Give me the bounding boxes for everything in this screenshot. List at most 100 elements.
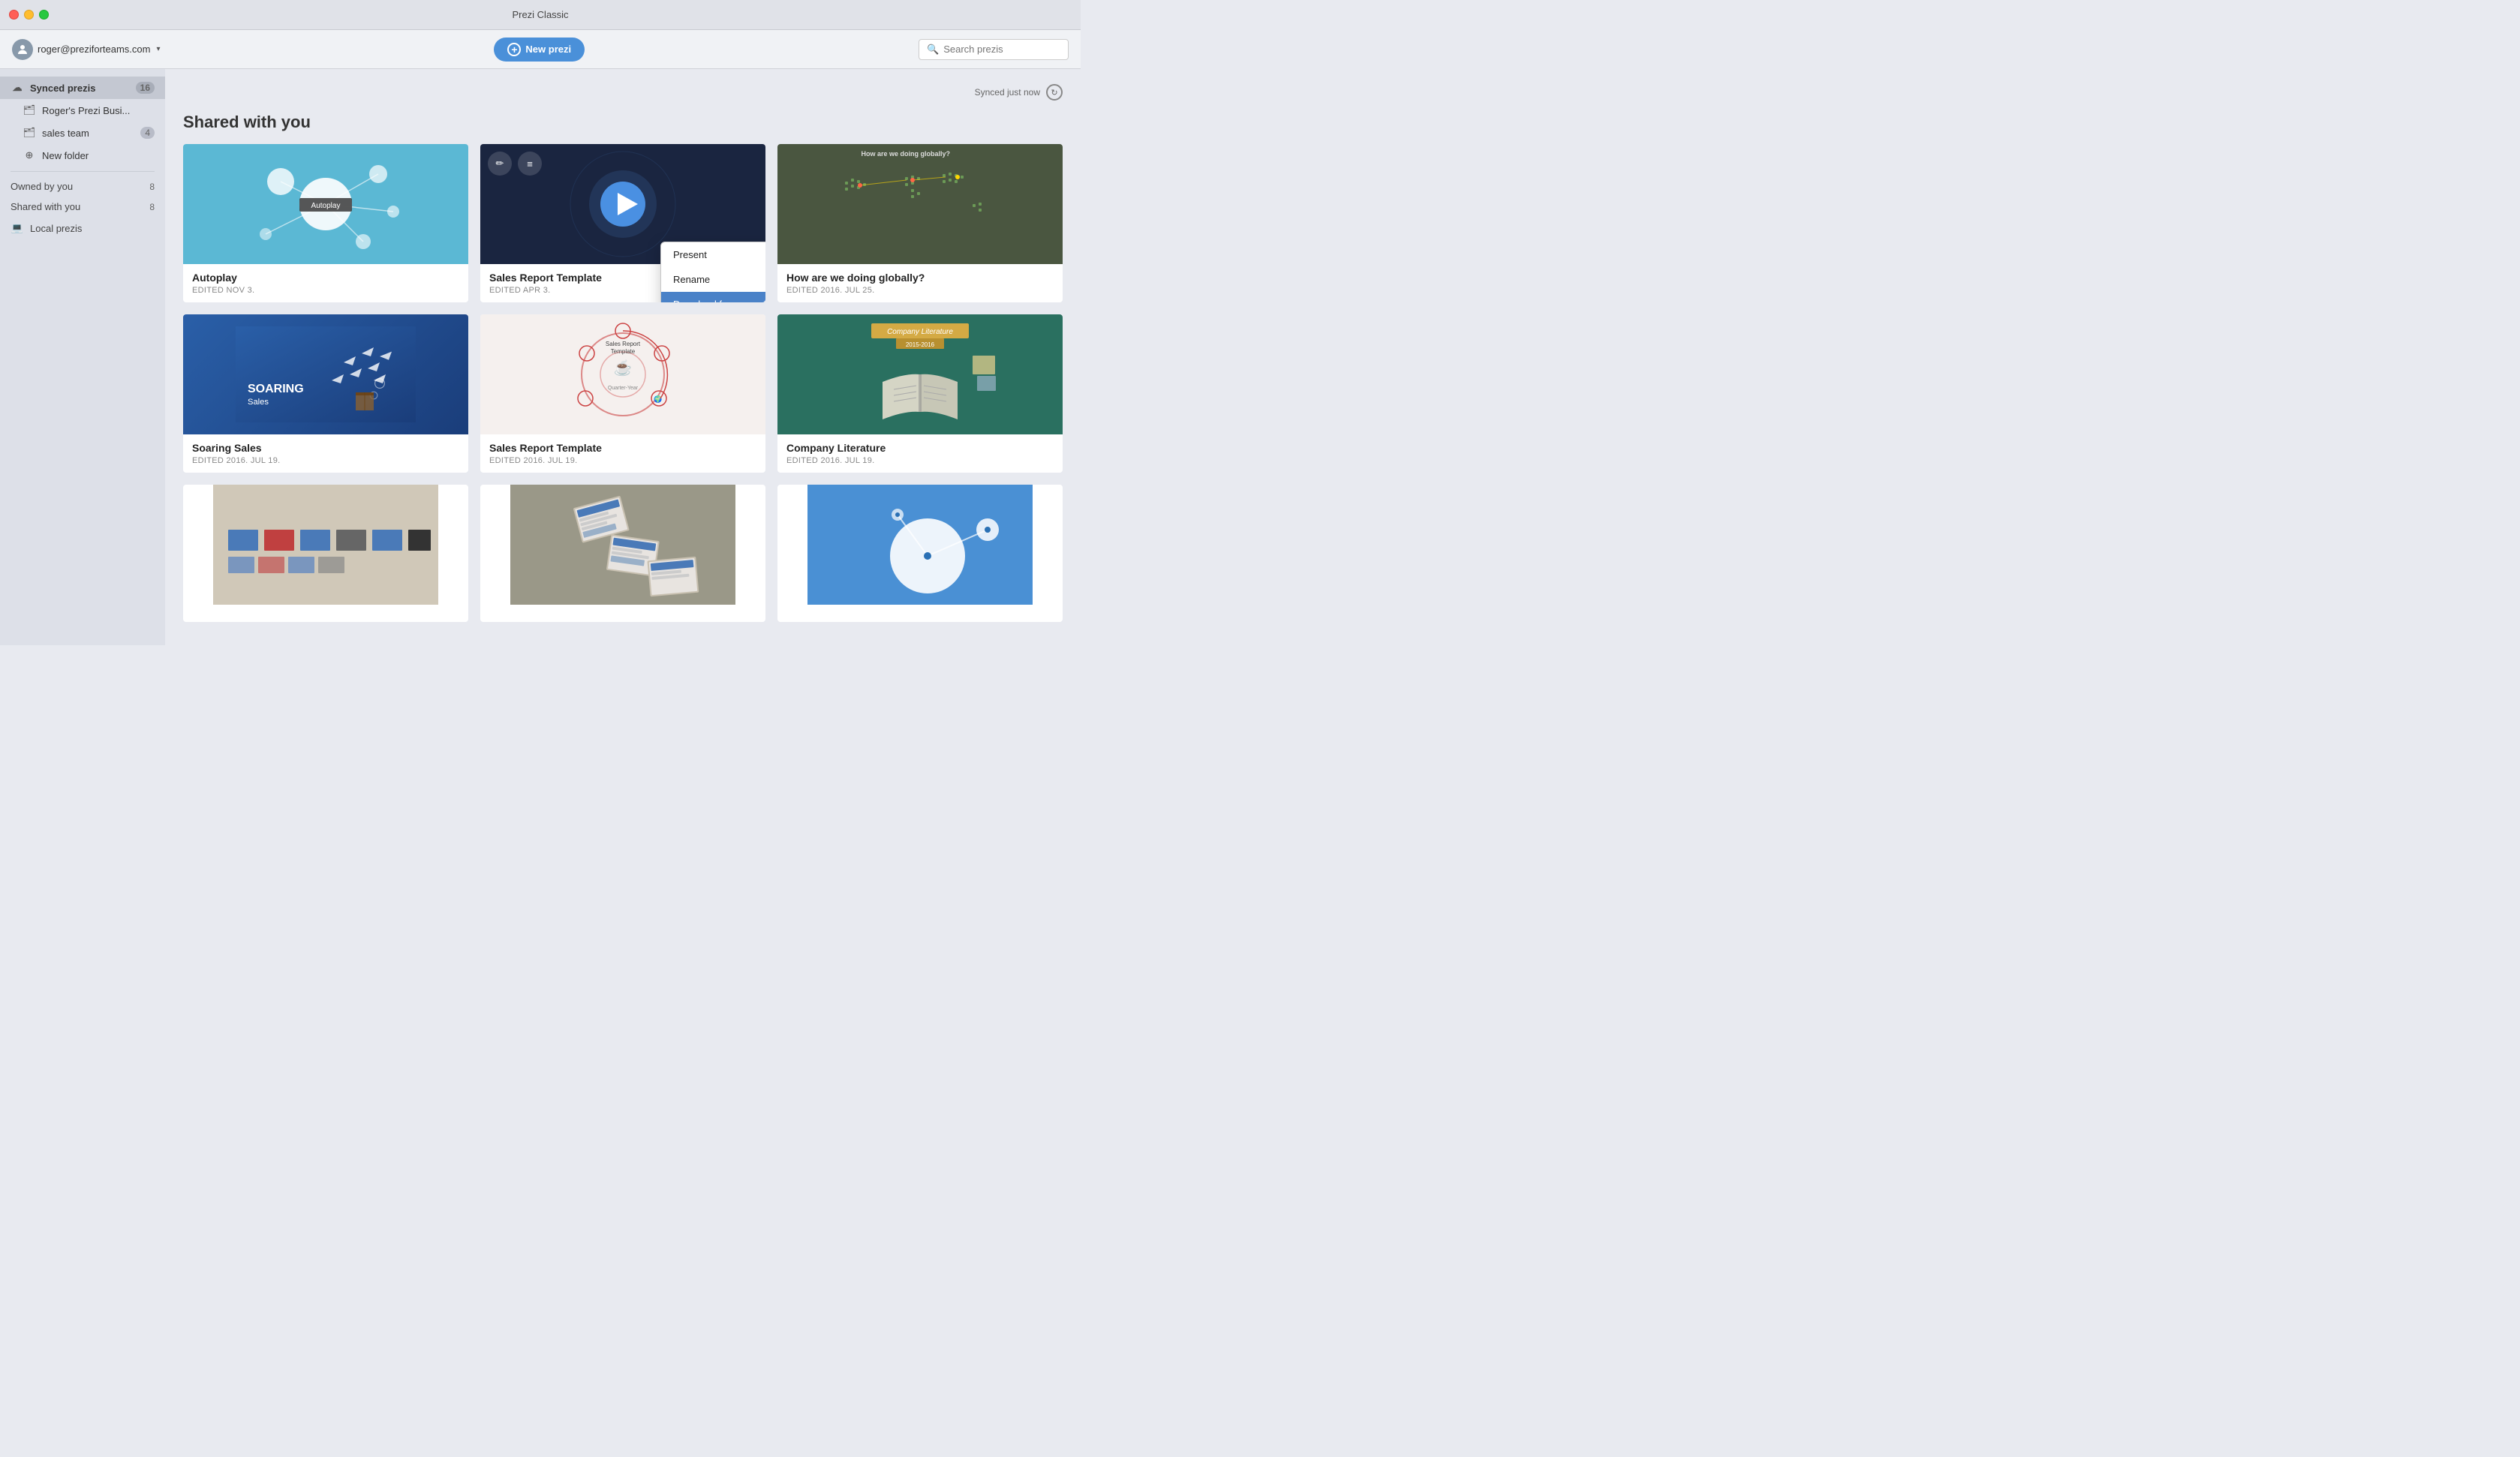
cloud-icon: ☁ xyxy=(11,81,24,95)
card-date-autoplay: Edited Nov 3. xyxy=(192,286,459,295)
context-menu: Present Rename Download for presentation… xyxy=(660,242,765,302)
card-info-slides xyxy=(183,605,468,622)
search-input[interactable] xyxy=(943,44,1060,55)
main-layout: ☁ Synced prezis 16 🗂 Roger's Prezi Busi.… xyxy=(0,69,1081,645)
sidebar-owned-count: 8 xyxy=(149,182,155,192)
toolbar-left: roger@preziforteams.com ▾ xyxy=(12,39,161,60)
sync-text: Synced just now xyxy=(975,87,1040,98)
svg-text:Sales Report: Sales Report xyxy=(606,341,641,347)
add-folder-icon: ⊕ xyxy=(23,149,36,162)
card-thumb-slides xyxy=(183,485,468,605)
svg-text:SOARING: SOARING xyxy=(248,383,304,395)
context-menu-present[interactable]: Present xyxy=(661,242,765,267)
card-thumb-sales-report-2: ☕ Sales Report Template Quarter-Year 🌍 xyxy=(480,314,765,434)
sidebar-new-folder-label: New folder xyxy=(42,150,155,161)
card-title-autoplay: Autoplay xyxy=(192,272,459,284)
sidebar-divider-1 xyxy=(11,171,155,172)
card-title-soaring: Soaring Sales xyxy=(192,442,459,454)
sidebar-sales-team-count: 4 xyxy=(140,127,155,139)
svg-text:Sales: Sales xyxy=(248,398,269,407)
sidebar-local-label: Local prezis xyxy=(30,223,82,234)
svg-text:☕: ☕ xyxy=(614,359,633,377)
sidebar-item-new-folder[interactable]: ⊕ New folder xyxy=(0,144,165,167)
sidebar: ☁ Synced prezis 16 🗂 Roger's Prezi Busi.… xyxy=(0,69,165,645)
sidebar-roger-folder-label: Roger's Prezi Busi... xyxy=(42,105,155,116)
user-avatar xyxy=(12,39,33,60)
sync-icon[interactable]: ↻ xyxy=(1046,84,1063,101)
team-icon: 🗂 xyxy=(23,126,36,140)
titlebar: Prezi Classic xyxy=(0,0,1081,30)
sidebar-item-owned[interactable]: Owned by you 8 xyxy=(0,176,165,197)
card-thumb-scattered xyxy=(480,485,765,605)
card-date-company-lit: Edited 2016. Jul 19. xyxy=(786,456,1054,465)
svg-text:2015-2016: 2015-2016 xyxy=(906,341,935,348)
prezi-card-sales-report-top[interactable]: ✏ ≡ Sales Report Template Edited Apr 3. … xyxy=(480,144,765,302)
prezi-grid: Autoplay ✏ ▶ ≡ Autoplay Edited Nov 3. xyxy=(183,144,1063,622)
close-button[interactable] xyxy=(9,10,19,20)
toolbar: roger@preziforteams.com ▾ + New prezi 🔍 xyxy=(0,30,1081,69)
search-icon: 🔍 xyxy=(927,44,939,56)
fullscreen-button[interactable] xyxy=(39,10,49,20)
card-thumb-autoplay: Autoplay ✏ ▶ ≡ xyxy=(183,144,468,264)
card-info-sales-report-2: Sales Report Template Edited 2016. Jul 1… xyxy=(480,434,765,473)
laptop-icon: 💻 xyxy=(11,221,24,235)
app-title: Prezi Classic xyxy=(512,9,568,20)
prezi-card-sales-report-2[interactable]: ☕ Sales Report Template Quarter-Year 🌍 xyxy=(480,314,765,473)
card-title-global: How are we doing globally? xyxy=(786,272,1054,284)
prezi-card-circles-blue[interactable] xyxy=(777,485,1063,622)
prezi-card-autoplay[interactable]: Autoplay ✏ ▶ ≡ Autoplay Edited Nov 3. xyxy=(183,144,468,302)
prezi-card-company-lit[interactable]: Company Literature 2015-2016 xyxy=(777,314,1063,473)
prezi-card-slides[interactable] xyxy=(183,485,468,622)
sync-bar: Synced just now ↻ xyxy=(183,84,1063,101)
prezi-card-soaring[interactable]: SOARING Sales Soaring Sales Edited 2016.… xyxy=(183,314,468,473)
sidebar-item-roger-folder[interactable]: 🗂 Roger's Prezi Busi... xyxy=(0,99,165,122)
new-prezi-button[interactable]: + New prezi xyxy=(494,38,585,62)
plus-circle-icon: + xyxy=(507,43,521,56)
folder-icon: 🗂 xyxy=(23,104,36,117)
thumb-action-btns: ✏ ≡ xyxy=(488,152,542,176)
sidebar-sales-team-label: sales team xyxy=(42,128,134,139)
svg-text:How are we doing globally?: How are we doing globally? xyxy=(861,150,950,158)
play-button[interactable]: ▶ xyxy=(312,191,339,218)
new-prezi-label: New prezi xyxy=(525,44,571,55)
card-thumb-global: How are we doing globally? xyxy=(777,144,1063,264)
prezi-card-global[interactable]: How are we doing globally? How are we do… xyxy=(777,144,1063,302)
card-thumb-circles-blue xyxy=(777,485,1063,605)
svg-text:Template: Template xyxy=(611,348,636,355)
sidebar-synced-count: 16 xyxy=(136,82,155,94)
content-area: Synced just now ↻ Shared with you xyxy=(165,69,1081,645)
card-date-global: Edited 2016. Jul 25. xyxy=(786,286,1054,295)
card-thumb-soaring: SOARING Sales xyxy=(183,314,468,434)
svg-text:Quarter-Year: Quarter-Year xyxy=(608,386,639,391)
sidebar-item-sales-team[interactable]: 🗂 sales team 4 xyxy=(0,122,165,144)
card-info-autoplay: Autoplay Edited Nov 3. xyxy=(183,264,468,302)
sidebar-item-synced-label: Synced prezis xyxy=(30,83,130,94)
svg-text:Company Literature: Company Literature xyxy=(887,328,953,336)
user-label[interactable]: roger@preziforteams.com xyxy=(38,44,150,55)
chevron-down-icon[interactable]: ▾ xyxy=(156,45,160,53)
pencil-icon: ✏ xyxy=(488,152,512,176)
svg-text:🌍: 🌍 xyxy=(654,395,662,403)
card-thumb-company-lit: Company Literature 2015-2016 xyxy=(777,314,1063,434)
sidebar-item-shared[interactable]: Shared with you 8 xyxy=(0,197,165,217)
card-date-sales-report-2: Edited 2016. Jul 19. xyxy=(489,456,756,465)
edit-button[interactable]: ✏ xyxy=(275,191,302,218)
sidebar-item-local[interactable]: 💻 Local prezis xyxy=(0,217,165,239)
card-date-soaring: Edited 2016. Jul 19. xyxy=(192,456,459,465)
card-info-soaring: Soaring Sales Edited 2016. Jul 19. xyxy=(183,434,468,473)
card-info-global: How are we doing globally? Edited 2016. … xyxy=(777,264,1063,302)
sidebar-item-synced[interactable]: ☁ Synced prezis 16 xyxy=(0,77,165,99)
prezi-card-scattered[interactable] xyxy=(480,485,765,622)
card-title-sales-report-2: Sales Report Template xyxy=(489,442,756,454)
traffic-lights xyxy=(9,10,49,20)
card-title-company-lit: Company Literature xyxy=(786,442,1054,454)
context-menu-download[interactable]: Download for presentation xyxy=(661,292,765,302)
search-box: 🔍 xyxy=(919,39,1069,60)
context-menu-rename[interactable]: Rename xyxy=(661,267,765,292)
card-info-circles-blue xyxy=(777,605,1063,622)
minimize-button[interactable] xyxy=(24,10,34,20)
shared-section-header: Shared with you xyxy=(183,113,1063,132)
card-info-scattered xyxy=(480,605,765,622)
sidebar-shared-label: Shared with you xyxy=(11,201,80,212)
menu-button[interactable]: ≡ xyxy=(350,191,377,218)
